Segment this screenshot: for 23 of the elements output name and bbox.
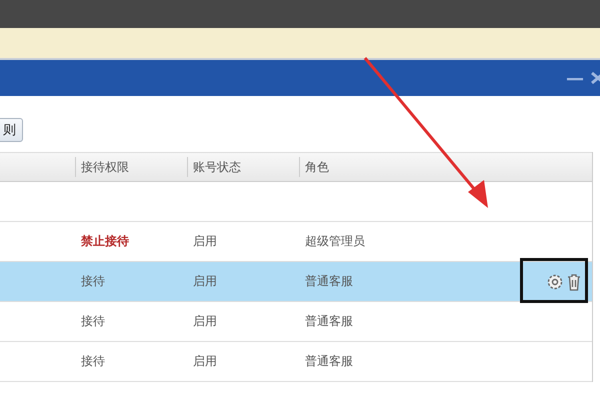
permission-cell: 接待 [81,354,105,368]
trash-icon[interactable] [566,272,582,290]
role-cell: 普通客服 [305,314,353,328]
table-row[interactable]: 接待 启用 普通客服 [0,302,592,342]
role-cell: 超级管理员 [305,234,365,248]
status-cell: 启用 [193,274,217,288]
close-icon[interactable] [590,71,600,85]
role-cell: 普通客服 [305,354,353,368]
selected-row[interactable]: 接待 启用 普通客服 [0,262,592,302]
column-header: 账号状态 [187,157,299,177]
status-cell: 启用 [193,234,217,248]
table-row[interactable]: 接待 启用 普通客服 [0,342,592,382]
settings-icon[interactable] [546,272,564,290]
status-cell: 启用 [193,354,217,368]
highlight-box [520,258,588,303]
column-header: 角色 [299,157,499,177]
status-cell: 启用 [193,314,217,328]
role-cell: 普通客服 [305,274,353,288]
permission-cell: 接待 [81,274,105,288]
column-header: 接待权限 [75,157,187,177]
permission-cell: 禁止接待 [81,234,129,248]
toolbar-button[interactable]: 则 [0,118,23,142]
permission-cell: 接待 [81,314,105,328]
